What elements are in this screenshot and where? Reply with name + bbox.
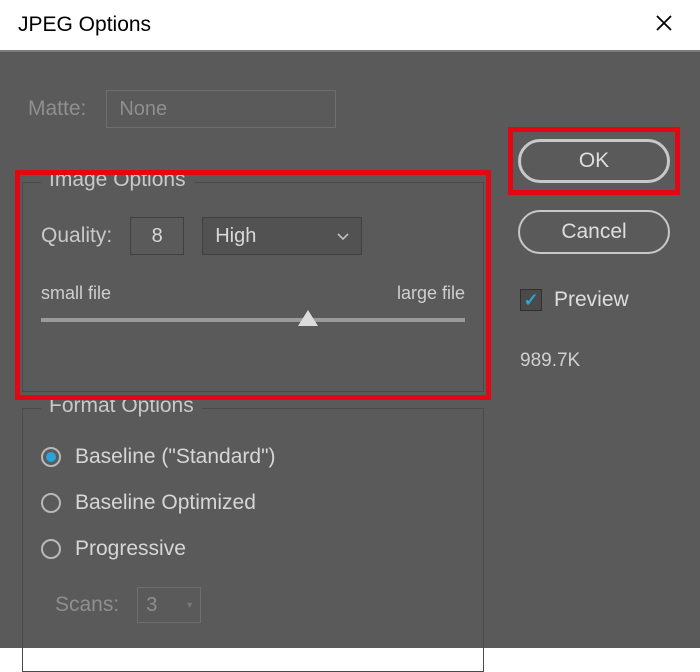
scans-label: Scans:	[55, 593, 119, 617]
jpeg-options-dialog: JPEG Options Matte: None Image Options Q…	[0, 0, 700, 648]
format-radio-row[interactable]: Progressive	[41, 537, 465, 561]
radio-icon	[41, 447, 61, 467]
matte-row: Matte: None	[28, 90, 336, 128]
quality-preset-value: High	[215, 225, 256, 248]
quality-row: Quality: 8 High	[41, 217, 465, 255]
format-options-group: Format Options Baseline ("Standard")Base…	[22, 408, 484, 672]
window-title: JPEG Options	[18, 13, 151, 37]
format-radio-label: Progressive	[75, 537, 186, 561]
image-options-legend: Image Options	[41, 168, 194, 192]
cancel-button[interactable]: Cancel	[518, 210, 670, 254]
dialog-body: Matte: None Image Options Quality: 8 Hig…	[0, 52, 700, 648]
quality-value: 8	[152, 225, 163, 248]
quality-preset-select[interactable]: High	[202, 217, 362, 255]
image-options-group: Image Options Quality: 8 High small file…	[22, 182, 484, 392]
slider-min-label: small file	[41, 283, 111, 304]
slider-max-label: large file	[397, 283, 465, 304]
preview-label: Preview	[554, 288, 629, 312]
chevron-down-icon	[337, 228, 349, 244]
radio-icon	[41, 493, 61, 513]
slider-labels: small file large file	[41, 283, 465, 304]
radio-icon	[41, 539, 61, 559]
preview-checkbox[interactable]: ✓	[520, 289, 542, 311]
slider-thumb[interactable]	[298, 310, 318, 326]
close-icon	[655, 12, 673, 38]
cancel-label: Cancel	[561, 220, 626, 244]
format-radio-row[interactable]: Baseline ("Standard")	[41, 445, 465, 469]
matte-value: None	[119, 98, 167, 121]
matte-label: Matte:	[28, 97, 86, 121]
close-button[interactable]	[642, 5, 686, 45]
format-radio-label: Baseline Optimized	[75, 491, 256, 515]
scans-row: Scans: 3 ▾	[55, 587, 465, 623]
scans-select: 3 ▾	[137, 587, 201, 623]
quality-slider[interactable]	[41, 312, 465, 330]
format-radio-label: Baseline ("Standard")	[75, 445, 276, 469]
format-radio-row[interactable]: Baseline Optimized	[41, 491, 465, 515]
chevron-down-icon: ▾	[187, 600, 192, 611]
matte-select: None	[106, 90, 336, 128]
format-options-legend: Format Options	[41, 394, 202, 418]
ok-label: OK	[579, 149, 609, 173]
filesize-text: 989.7K	[520, 350, 580, 372]
preview-row: ✓ Preview	[520, 288, 629, 312]
ok-button[interactable]: OK	[518, 139, 670, 183]
quality-input[interactable]: 8	[130, 217, 184, 255]
scans-value: 3	[146, 594, 157, 617]
quality-label: Quality:	[41, 224, 112, 248]
check-icon: ✓	[523, 290, 538, 311]
slider-track	[41, 318, 465, 322]
title-bar: JPEG Options	[0, 0, 700, 52]
